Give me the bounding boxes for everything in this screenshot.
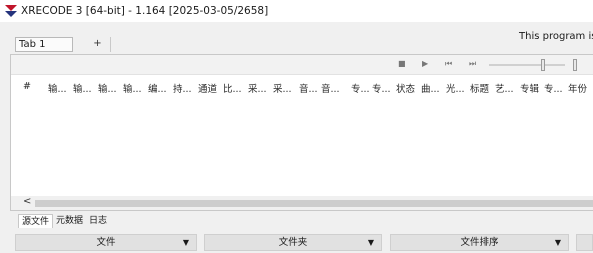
tab-source-files[interactable]: 源文件	[18, 214, 54, 228]
column-header[interactable]: 专...	[372, 81, 391, 95]
sort-files-label: 文件排序	[460, 237, 499, 248]
column-header-row: # 输... 输... 输... 输... 编... 持... 通道 比... …	[11, 80, 593, 96]
column-header[interactable]: 年份	[568, 81, 587, 95]
add-tab-button[interactable]: +	[85, 37, 111, 52]
add-folder-label: 文件夹	[278, 237, 308, 248]
column-header[interactable]: 编...	[148, 81, 167, 95]
column-header[interactable]: 输...	[48, 81, 67, 95]
column-header[interactable]: 输...	[98, 81, 117, 95]
play-icon[interactable]: ▶	[422, 59, 428, 68]
column-header[interactable]: 状态	[396, 81, 415, 95]
next-icon[interactable]: ⏭	[469, 59, 476, 69]
bottom-toolbar: 文件 ▼ 文件夹 ▼ 文件排序 ▼	[0, 232, 593, 253]
horizontal-scrollbar[interactable]: <	[11, 196, 593, 210]
tab-log[interactable]: 日志	[86, 214, 110, 228]
column-header[interactable]: 专...	[351, 81, 370, 95]
more-combo[interactable]	[576, 234, 593, 251]
window-title: XRECODE 3 [64-bit] - 1.164 [2025-03-05/2…	[21, 5, 269, 17]
column-header[interactable]: 采...	[248, 81, 267, 95]
column-header[interactable]: 专...	[544, 81, 563, 95]
app-logo-icon	[4, 4, 18, 18]
column-header[interactable]: 比...	[223, 81, 242, 95]
sort-files-combo[interactable]: 文件排序 ▼	[390, 234, 569, 251]
column-header[interactable]: 采...	[273, 81, 292, 95]
column-header[interactable]: 专辑	[520, 81, 539, 95]
column-header[interactable]: 音...	[321, 81, 340, 95]
column-header[interactable]: 输...	[123, 81, 142, 95]
volume-slider-thumb[interactable]	[573, 59, 577, 71]
add-folder-combo[interactable]: 文件夹 ▼	[204, 234, 382, 251]
title-bar: XRECODE 3 [64-bit] - 1.164 [2025-03-05/2…	[0, 0, 593, 22]
add-files-combo[interactable]: 文件 ▼	[15, 234, 197, 251]
scroll-left-icon[interactable]: <	[23, 196, 31, 207]
player-toolstrip: ■ ▶ ⏮ ⏭	[11, 55, 593, 75]
column-header[interactable]: 曲...	[421, 81, 440, 95]
file-list-panel: ■ ▶ ⏮ ⏭ # 输... 输... 输... 输... 编... 持... …	[10, 54, 593, 211]
scrollbar-thumb[interactable]	[35, 200, 593, 207]
program-notice: This program is n	[519, 31, 593, 42]
previous-icon[interactable]: ⏮	[445, 59, 452, 69]
chevron-down-icon: ▼	[554, 238, 561, 247]
tab-bar: Tab 1 + This program is n	[0, 26, 593, 54]
chevron-down-icon: ▼	[182, 238, 189, 247]
column-header[interactable]: 光...	[446, 81, 465, 95]
tab-1[interactable]: Tab 1	[15, 37, 73, 52]
bottom-tab-strip: 源文件 元数据 日志	[18, 214, 110, 228]
seek-slider[interactable]	[489, 59, 565, 71]
stop-icon[interactable]: ■	[398, 59, 406, 68]
column-header[interactable]: #	[23, 81, 31, 92]
tab-metadata[interactable]: 元数据	[53, 214, 86, 228]
add-files-label: 文件	[96, 237, 116, 248]
column-header[interactable]: 艺...	[495, 81, 514, 95]
column-header[interactable]: 标题	[470, 81, 489, 95]
column-header[interactable]: 音...	[299, 81, 318, 95]
chevron-down-icon: ▼	[367, 238, 374, 247]
seek-slider-thumb[interactable]	[541, 59, 545, 71]
column-header[interactable]: 输...	[73, 81, 92, 95]
column-header[interactable]: 持...	[173, 81, 192, 95]
column-header[interactable]: 通道	[198, 81, 217, 95]
